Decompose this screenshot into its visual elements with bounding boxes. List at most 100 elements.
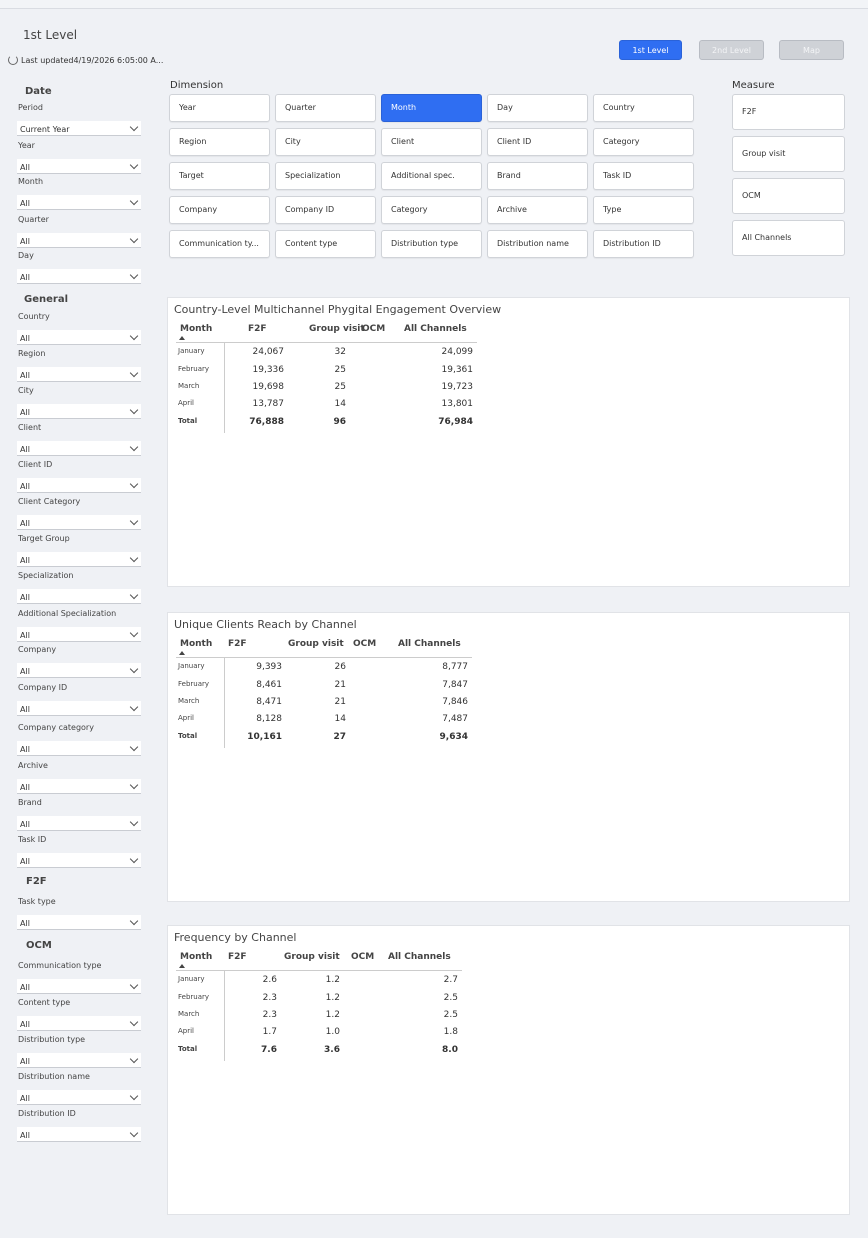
chevron-down-icon (129, 702, 139, 712)
table-cell: 25 (334, 365, 346, 375)
table-title: Frequency by Channel (174, 931, 297, 944)
filter-dropdown-country[interactable]: All (17, 330, 141, 345)
dimension-button-category[interactable]: Category (381, 196, 482, 224)
filter-dropdown-period[interactable]: Current Year (17, 121, 141, 136)
filter-dropdown-company-category[interactable]: All (17, 741, 141, 756)
column-header: OCM (362, 324, 386, 334)
refresh-icon[interactable] (8, 55, 18, 65)
filter-value: All (20, 408, 30, 417)
measure-button-group-visit[interactable]: Group visit (732, 136, 845, 172)
sort-ascending-icon[interactable] (179, 336, 185, 340)
dimension-button-distribution-name[interactable]: Distribution name (487, 230, 588, 258)
nav-2nd-level-button[interactable]: 2nd Level (699, 40, 764, 60)
column-header: F2F (248, 324, 267, 334)
dimension-button-region[interactable]: Region (169, 128, 270, 156)
filter-dropdown-day[interactable]: All (17, 269, 141, 284)
sort-ascending-icon[interactable] (179, 651, 185, 655)
dimension-button-client[interactable]: Client (381, 128, 482, 156)
total-cell: 10,161 (247, 732, 282, 742)
dimension-button-company[interactable]: Company (169, 196, 270, 224)
filter-dropdown-client[interactable]: All (17, 441, 141, 456)
chevron-down-icon (129, 479, 139, 489)
filter-dropdown-distribution-type[interactable]: All (17, 1053, 141, 1068)
filter-dropdown-client-id[interactable]: All (17, 478, 141, 493)
column-header: Group visit (288, 639, 344, 649)
dimension-button-target[interactable]: Target (169, 162, 270, 190)
filter-dropdown-communication-type[interactable]: All (17, 979, 141, 994)
column-header[interactable]: Month (180, 639, 212, 649)
total-label: Total (178, 417, 198, 425)
filter-dropdown-target-group[interactable]: All (17, 552, 141, 567)
filter-dropdown-content-type[interactable]: All (17, 1016, 141, 1031)
filter-value: All (20, 631, 30, 640)
dimension-button-client-id[interactable]: Client ID (487, 128, 588, 156)
dimension-button-brand[interactable]: Brand (487, 162, 588, 190)
dimension-button-month[interactable]: Month (381, 94, 482, 122)
dimension-button-city[interactable]: City (275, 128, 376, 156)
dimension-button-specialization[interactable]: Specialization (275, 162, 376, 190)
dimension-button-category[interactable]: Category (593, 128, 694, 156)
column-header[interactable]: Month (180, 324, 212, 334)
chevron-down-icon (129, 516, 139, 526)
nav-1st-level-button[interactable]: 1st Level (619, 40, 682, 60)
table-cell: 2.7 (443, 975, 458, 985)
measure-button-ocm[interactable]: OCM (732, 178, 845, 214)
filter-dropdown-company-id[interactable]: All (17, 701, 141, 716)
filter-label-company-category: Company category (18, 723, 94, 732)
chevron-down-icon (129, 742, 139, 752)
column-header: F2F (228, 952, 247, 962)
filter-dropdown-client-category[interactable]: All (17, 515, 141, 530)
filter-dropdown-brand[interactable]: All (17, 816, 141, 831)
matrix-table: Month F2F Group visit OCM All Channels Januar… (176, 952, 496, 1072)
column-header: F2F (228, 639, 247, 649)
filter-dropdown-additional-specialization[interactable]: All (17, 627, 141, 642)
dimension-button-type[interactable]: Type (593, 196, 694, 224)
filter-value: All (20, 163, 30, 172)
filter-dropdown-company[interactable]: All (17, 663, 141, 678)
nav-map-button[interactable]: Map (779, 40, 844, 60)
dimension-button-company-id[interactable]: Company ID (275, 196, 376, 224)
filter-dropdown-specialization[interactable]: All (17, 589, 141, 604)
dimension-button-communication-ty[interactable]: Communication ty... (169, 230, 270, 258)
table-title: Country-Level Multichannel Phygital Enga… (174, 303, 502, 316)
dimension-button-content-type[interactable]: Content type (275, 230, 376, 258)
dimension-button-distribution-id[interactable]: Distribution ID (593, 230, 694, 258)
filter-dropdown-month[interactable]: All (17, 195, 141, 210)
table-cell: 2.5 (443, 1010, 458, 1020)
filter-dropdown-distribution-name[interactable]: All (17, 1090, 141, 1105)
measure-button-f2f[interactable]: F2F (732, 94, 845, 130)
column-header: Group visit (309, 324, 365, 334)
filter-label-region: Region (18, 349, 46, 358)
table-cell: 1.2 (325, 1010, 340, 1020)
dimension-button-country[interactable]: Country (593, 94, 694, 122)
table-cell: 8,471 (256, 697, 282, 707)
dimension-button-day[interactable]: Day (487, 94, 588, 122)
dimension-button-year[interactable]: Year (169, 94, 270, 122)
dimension-button-distribution-type[interactable]: Distribution type (381, 230, 482, 258)
page-title: 1st Level (23, 28, 78, 42)
total-cell: 3.6 (324, 1045, 340, 1055)
filter-dropdown-distribution-id[interactable]: All (17, 1127, 141, 1142)
column-header[interactable]: Month (180, 952, 212, 962)
total-cell: 9,634 (439, 732, 468, 742)
filter-dropdown-region[interactable]: All (17, 367, 141, 382)
row-label: January (178, 662, 205, 670)
filter-dropdown-task-type[interactable]: All (17, 915, 141, 930)
measure-title: Measure (732, 80, 775, 91)
sort-ascending-icon[interactable] (179, 964, 185, 968)
dimension-button-additional-spec[interactable]: Additional spec. (381, 162, 482, 190)
dimension-button-task-id[interactable]: Task ID (593, 162, 694, 190)
dimension-button-archive[interactable]: Archive (487, 196, 588, 224)
filter-dropdown-archive[interactable]: All (17, 779, 141, 794)
table-cell: 21 (334, 680, 346, 690)
row-label: March (178, 1010, 200, 1018)
dimension-button-quarter[interactable]: Quarter (275, 94, 376, 122)
filter-dropdown-task-id[interactable]: All (17, 853, 141, 868)
table-cell: 19,361 (441, 365, 474, 375)
filter-dropdown-year[interactable]: All (17, 159, 141, 174)
filter-dropdown-quarter[interactable]: All (17, 233, 141, 248)
last-updated-text: Last updated4/19/2026 6:05:00 A... (21, 55, 164, 65)
measure-button-all-channels[interactable]: All Channels (732, 220, 845, 256)
filter-value: All (20, 667, 30, 676)
filter-dropdown-city[interactable]: All (17, 404, 141, 419)
